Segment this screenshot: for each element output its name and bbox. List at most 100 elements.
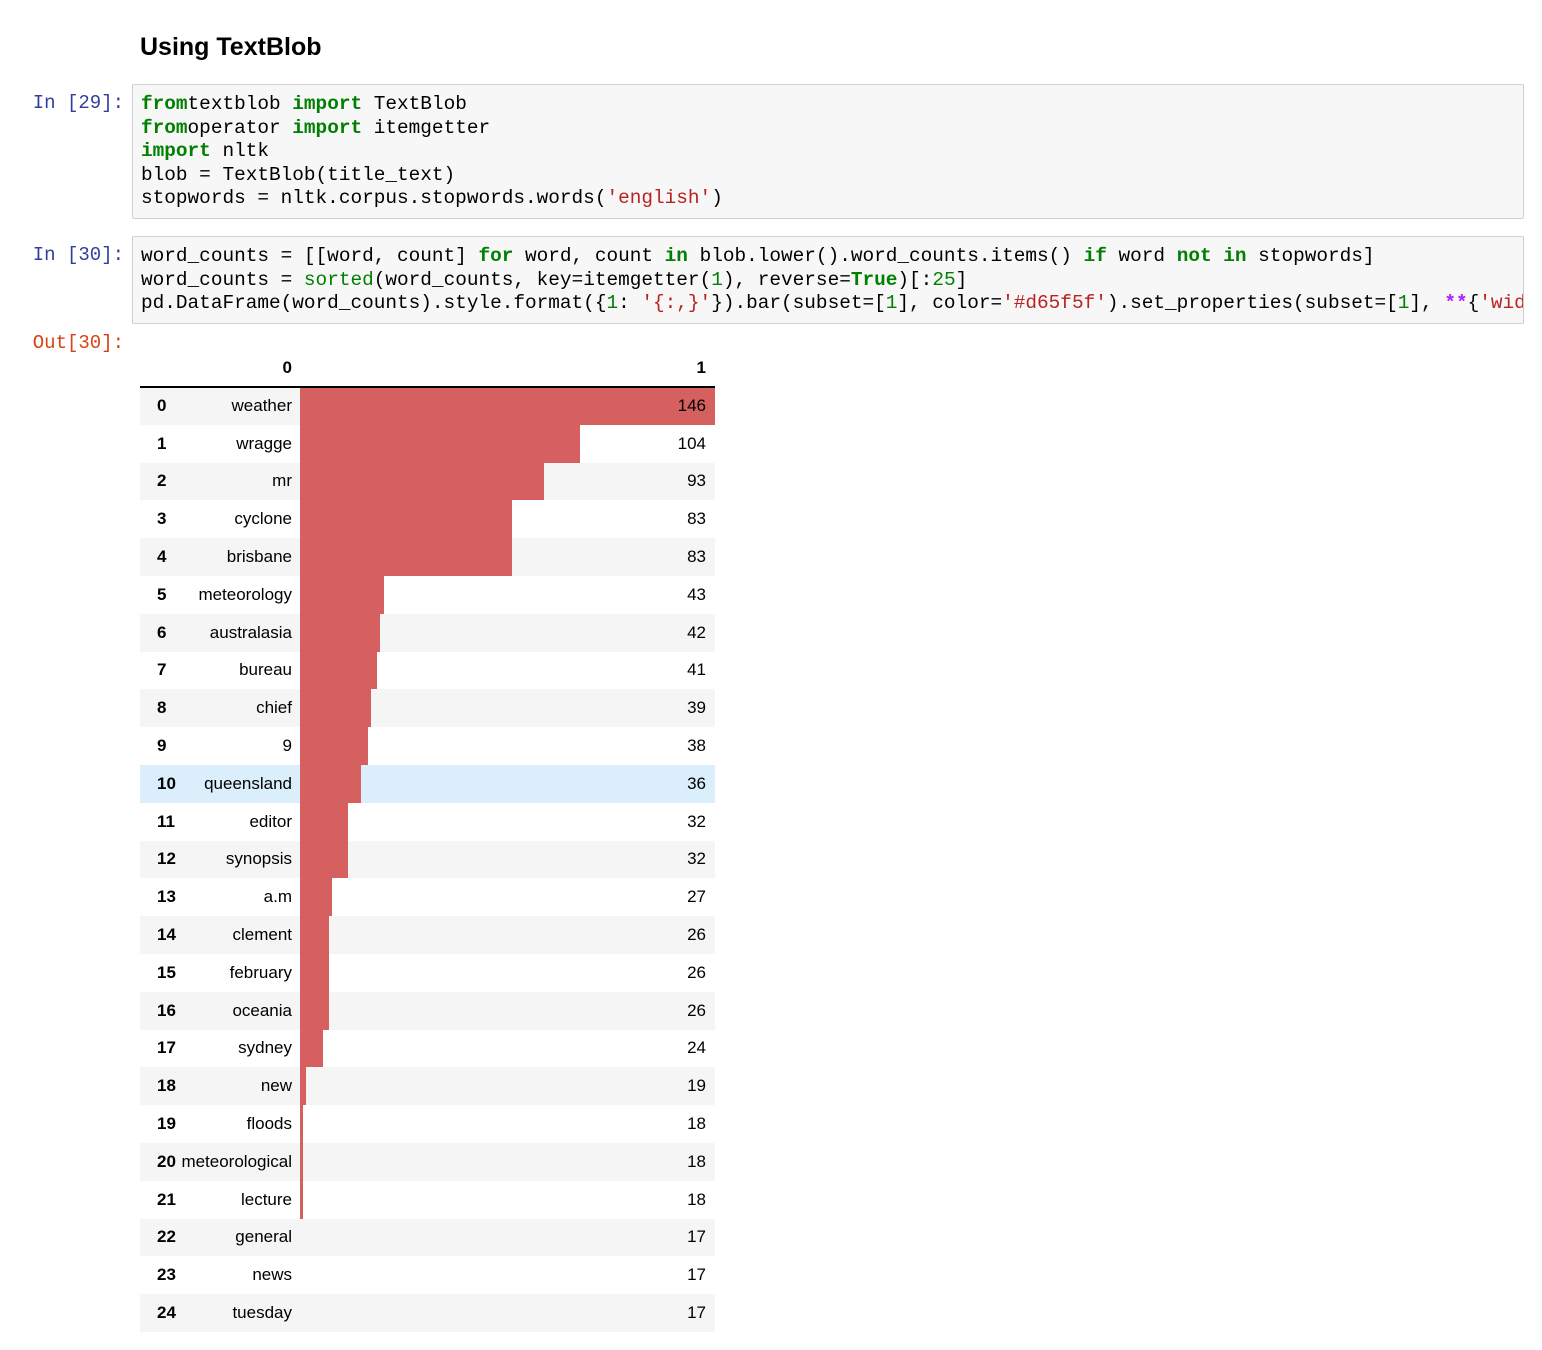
count-value: 36 xyxy=(687,773,706,793)
count-value: 43 xyxy=(687,584,706,604)
count-value: 18 xyxy=(687,1114,706,1134)
column-header-1: 1 xyxy=(300,350,715,388)
row-index: 12 xyxy=(157,849,176,869)
code-cell-30-source[interactable]: word_counts = [[word, count] for word, c… xyxy=(133,237,1523,316)
count-cell: 27 xyxy=(300,878,715,917)
count-value: 32 xyxy=(687,811,706,831)
word-cell: news xyxy=(252,1265,292,1285)
count-value: 17 xyxy=(687,1265,706,1285)
word-cell: editor xyxy=(249,811,292,831)
index-header xyxy=(140,350,180,388)
row-index: 11 xyxy=(157,811,175,831)
row-index: 1 xyxy=(157,433,167,453)
row-index: 16 xyxy=(157,1000,176,1020)
word-cell: australasia xyxy=(209,622,292,642)
row-index: 18 xyxy=(157,1076,176,1096)
word-cell: floods xyxy=(246,1114,292,1134)
count-bar xyxy=(300,878,333,917)
row-index: 23 xyxy=(157,1265,176,1285)
word-cell: meteorology xyxy=(198,584,292,604)
count-cell: 18 xyxy=(300,1180,715,1219)
word-cell: a.m xyxy=(263,887,292,907)
count-bar xyxy=(300,953,329,992)
word-cell: february xyxy=(229,962,292,982)
count-cell: 26 xyxy=(300,953,715,992)
table-row: 24 tuesday 17 xyxy=(140,1294,715,1332)
table-row: 22 general 17 xyxy=(140,1218,715,1257)
count-bar xyxy=(300,1142,304,1181)
row-index: 9 xyxy=(157,736,167,756)
table-row: 8 chief 39 xyxy=(140,689,715,728)
count-cell: 18 xyxy=(300,1105,715,1143)
row-index: 8 xyxy=(157,698,167,718)
count-cell: 32 xyxy=(300,802,715,841)
table-row: 16 oceania 26 xyxy=(140,991,715,1030)
table-row: 19 floods 18 xyxy=(140,1105,715,1143)
row-index: 20 xyxy=(157,1151,176,1171)
table-row: 13 a.m 27 xyxy=(140,878,715,917)
word-cell: chief xyxy=(256,698,292,718)
row-index: 15 xyxy=(157,962,176,982)
row-index: 2 xyxy=(157,471,167,491)
table-row: 0 weather 146 xyxy=(140,387,715,425)
code-cell-30[interactable]: word_counts = [[word, count] for word, c… xyxy=(132,236,1524,324)
count-bar xyxy=(300,613,381,652)
count-bar xyxy=(300,916,329,954)
count-bar xyxy=(300,1180,304,1219)
word-cell: cyclone xyxy=(234,509,292,529)
word-cell: lecture xyxy=(240,1189,292,1209)
cell-29-prompt: In [29]: xyxy=(32,92,124,114)
word-cell: general xyxy=(235,1227,292,1247)
word-cell: meteorological xyxy=(181,1151,292,1171)
count-value: 18 xyxy=(687,1189,706,1209)
table-row: 10 queensland 36 xyxy=(140,764,715,803)
row-index: 6 xyxy=(157,622,167,642)
count-value: 26 xyxy=(687,925,706,945)
table-row: 23 news 17 xyxy=(140,1256,715,1295)
count-bar xyxy=(300,991,329,1030)
count-bar xyxy=(300,1029,323,1068)
word-cell: bureau xyxy=(239,660,292,680)
word-cell: tuesday xyxy=(232,1303,292,1323)
row-index: 3 xyxy=(157,509,167,529)
word-counts-table: 0 1 0 weather 146 1 wragge 104 2 mr 93 3 cyclone 83… xyxy=(140,350,715,1332)
code-cell-29[interactable]: fromtextblob import TextBlob fromoperato… xyxy=(132,84,1524,219)
count-value: 146 xyxy=(677,396,706,416)
count-bar xyxy=(300,651,378,690)
count-value: 24 xyxy=(687,1038,706,1058)
table-row: 5 meteorology 43 xyxy=(140,575,715,614)
word-cell: clement xyxy=(232,925,292,945)
count-value: 26 xyxy=(687,1000,706,1020)
count-cell: 83 xyxy=(300,538,715,576)
count-value: 104 xyxy=(677,433,706,453)
count-cell: 41 xyxy=(300,651,715,690)
table-row: 12 synopsis 32 xyxy=(140,840,715,879)
word-cell: weather xyxy=(231,396,292,416)
count-cell: 18 xyxy=(300,1142,715,1181)
count-bar xyxy=(300,802,349,841)
row-index: 24 xyxy=(157,1303,176,1323)
count-value: 27 xyxy=(687,887,706,907)
count-cell: 83 xyxy=(300,500,715,539)
table-row: 21 lecture 18 xyxy=(140,1180,715,1219)
count-bar xyxy=(300,1067,307,1106)
code-cell-29-source[interactable]: fromtextblob import TextBlob fromoperato… xyxy=(133,85,1523,211)
table-row: 6 australasia 42 xyxy=(140,613,715,652)
row-index: 5 xyxy=(157,584,167,604)
row-index: 22 xyxy=(157,1227,176,1247)
table-row: 4 brisbane 83 xyxy=(140,538,715,576)
count-bar xyxy=(300,1105,304,1143)
column-header-0: 0 xyxy=(180,350,300,388)
output-30-prompt: Out[30]: xyxy=(32,332,124,354)
count-cell: 104 xyxy=(300,424,715,463)
table-row: 20 meteorological 18 xyxy=(140,1142,715,1181)
word-cell: queensland xyxy=(204,773,292,793)
row-index: 7 xyxy=(157,660,167,680)
count-cell: 26 xyxy=(300,991,715,1030)
count-bar xyxy=(300,500,513,539)
count-value: 17 xyxy=(687,1227,706,1247)
word-cell: wragge xyxy=(236,433,292,453)
count-bar xyxy=(300,764,362,803)
count-value: 83 xyxy=(687,547,706,567)
count-cell: 39 xyxy=(300,689,715,728)
